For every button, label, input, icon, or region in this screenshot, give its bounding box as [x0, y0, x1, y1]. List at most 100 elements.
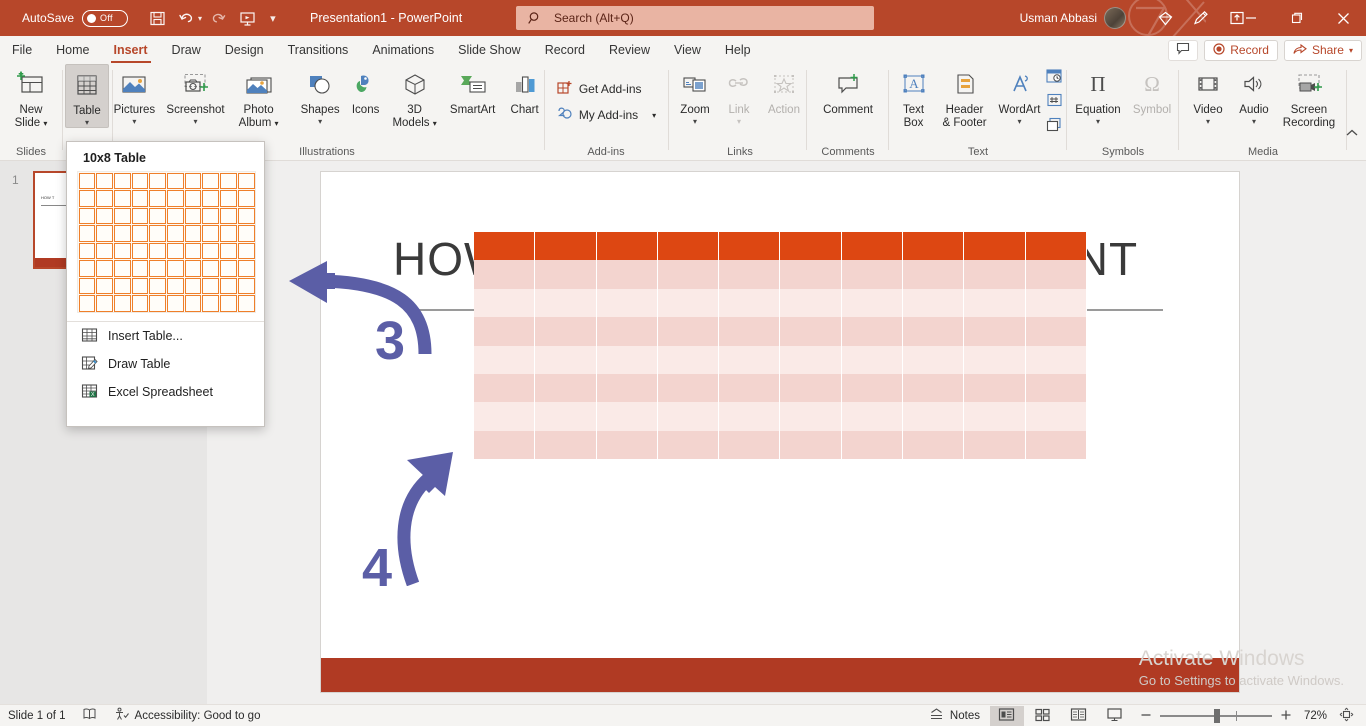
- slide-table-cell[interactable]: [657, 260, 720, 289]
- pen-icon[interactable]: [1184, 0, 1218, 36]
- table-size-cell[interactable]: [131, 207, 149, 224]
- wordart-chevron-down-icon[interactable]: ▾: [1017, 118, 1021, 126]
- table-size-cell[interactable]: [78, 260, 96, 277]
- slide-canvas[interactable]: HOW INT: [320, 171, 1240, 693]
- table-size-cell[interactable]: [96, 190, 113, 207]
- table-size-cell[interactable]: [237, 207, 255, 224]
- wordart-button[interactable]: WordArt ▾: [994, 64, 1046, 126]
- menu-item-draw-table[interactable]: Draw Table: [67, 350, 264, 378]
- slide-table-cell[interactable]: [841, 373, 904, 403]
- table-size-cell[interactable]: [113, 277, 131, 294]
- table-size-cell[interactable]: [237, 225, 255, 242]
- photo-album-button[interactable]: Photo Album ▾: [230, 64, 288, 130]
- table-size-cell[interactable]: [113, 242, 131, 259]
- save-icon[interactable]: [142, 4, 172, 32]
- slide-table-cell[interactable]: [903, 317, 965, 346]
- table-size-cell[interactable]: [167, 190, 184, 207]
- slide-table-cell[interactable]: [474, 317, 536, 346]
- slide-table-cell[interactable]: [596, 402, 658, 431]
- slide-table-cell[interactable]: [1025, 373, 1087, 403]
- slide-table-cell[interactable]: [780, 317, 842, 346]
- slide-table-cell[interactable]: [657, 345, 720, 374]
- table-size-cell[interactable]: [220, 242, 237, 259]
- shapes-button[interactable]: Shapes ▾: [296, 64, 345, 126]
- slide-table-cell[interactable]: [1025, 345, 1087, 374]
- slide-table-cell[interactable]: [841, 288, 904, 318]
- table-button[interactable]: Table ▾: [65, 64, 109, 128]
- slide-table-cell[interactable]: [535, 232, 597, 261]
- slide-table-cell[interactable]: [903, 260, 965, 289]
- slide-table-cell[interactable]: [841, 402, 904, 431]
- slide-table-cell[interactable]: [657, 232, 720, 261]
- slide-table-cell[interactable]: [780, 402, 842, 431]
- table-size-cell[interactable]: [96, 277, 113, 294]
- table-size-cell[interactable]: [184, 207, 202, 224]
- pictures-chevron-down-icon[interactable]: ▾: [132, 118, 136, 126]
- slide-table-cell[interactable]: [535, 402, 597, 431]
- table-size-cell[interactable]: [202, 242, 220, 259]
- close-icon[interactable]: [1320, 0, 1366, 36]
- slide-table-cell[interactable]: [474, 345, 536, 374]
- slide-table-cell[interactable]: [903, 430, 965, 459]
- table-size-cell[interactable]: [202, 207, 220, 224]
- zoom-slider[interactable]: [1140, 709, 1292, 724]
- table-size-cell[interactable]: [220, 207, 237, 224]
- zoom-out-icon[interactable]: [1140, 709, 1152, 724]
- table-size-cell[interactable]: [78, 242, 96, 259]
- tab-transitions[interactable]: Transitions: [276, 36, 361, 64]
- zoom-slider-handle[interactable]: [1213, 709, 1220, 723]
- screen-recording-button[interactable]: Screen Recording: [1277, 64, 1341, 130]
- table-size-cell[interactable]: [78, 295, 96, 312]
- menu-item-insert-table[interactable]: Insert Table...: [67, 322, 264, 350]
- reading-view-button[interactable]: [1062, 706, 1096, 726]
- my-addins-chevron-down-icon[interactable]: ▾: [652, 111, 656, 120]
- table-size-cell[interactable]: [96, 260, 113, 277]
- slide-table-cell[interactable]: [1025, 232, 1087, 261]
- slide-table-cell[interactable]: [903, 232, 965, 261]
- table-size-cell[interactable]: [78, 225, 96, 242]
- slide-table-cell[interactable]: [841, 345, 904, 374]
- table-size-cell[interactable]: [202, 172, 220, 189]
- slide-table-cell[interactable]: [719, 288, 781, 318]
- screenshot-chevron-down-icon[interactable]: ▾: [193, 118, 197, 126]
- chart-button[interactable]: Chart: [503, 64, 547, 117]
- slide-table-cell[interactable]: [596, 232, 658, 261]
- normal-view-button[interactable]: [989, 706, 1024, 726]
- table-size-cell[interactable]: [167, 295, 184, 312]
- slide-table-cell[interactable]: [964, 402, 1026, 431]
- tab-insert[interactable]: Insert: [102, 36, 160, 64]
- pictures-button[interactable]: Pictures ▾: [107, 64, 161, 126]
- table-size-cell[interactable]: [96, 225, 113, 242]
- my-addins-button[interactable]: My Add-ins ▾: [550, 102, 662, 128]
- slide-table-cell[interactable]: [841, 232, 904, 261]
- table-size-cell[interactable]: [202, 295, 220, 312]
- table-size-cell[interactable]: [202, 190, 220, 207]
- slide-table-cell[interactable]: [841, 317, 904, 346]
- table-size-cell[interactable]: [131, 225, 149, 242]
- slide-table-cell[interactable]: [841, 260, 904, 289]
- slide-table-cell[interactable]: [657, 373, 720, 403]
- tab-help[interactable]: Help: [713, 36, 763, 64]
- table-size-cell[interactable]: [113, 172, 131, 189]
- slide-table-cell[interactable]: [780, 430, 842, 459]
- table-size-cell[interactable]: [96, 242, 113, 259]
- language-button[interactable]: [74, 705, 105, 726]
- equation-button[interactable]: Π Equation ▾: [1069, 64, 1127, 126]
- start-presentation-icon[interactable]: [232, 4, 262, 32]
- table-size-cell[interactable]: [237, 190, 255, 207]
- table-size-grid[interactable]: [77, 171, 256, 313]
- slide-table-cell[interactable]: [903, 288, 965, 318]
- table-size-cell[interactable]: [167, 172, 184, 189]
- smartart-button[interactable]: SmartArt: [443, 64, 503, 117]
- fit-to-window-button[interactable]: [1333, 705, 1360, 726]
- slide-table-cell[interactable]: [657, 288, 720, 318]
- slide-sorter-button[interactable]: [1026, 706, 1060, 726]
- slide-number-icon[interactable]: [1045, 92, 1064, 114]
- screenshot-button[interactable]: Screenshot ▾: [161, 64, 229, 126]
- slide-table-cell[interactable]: [841, 430, 904, 459]
- slide-table-cell[interactable]: [964, 430, 1026, 459]
- get-addins-button[interactable]: Get Add-ins: [550, 76, 648, 102]
- table-size-cell[interactable]: [149, 260, 166, 277]
- avatar[interactable]: [1104, 7, 1126, 29]
- table-size-cell[interactable]: [184, 295, 202, 312]
